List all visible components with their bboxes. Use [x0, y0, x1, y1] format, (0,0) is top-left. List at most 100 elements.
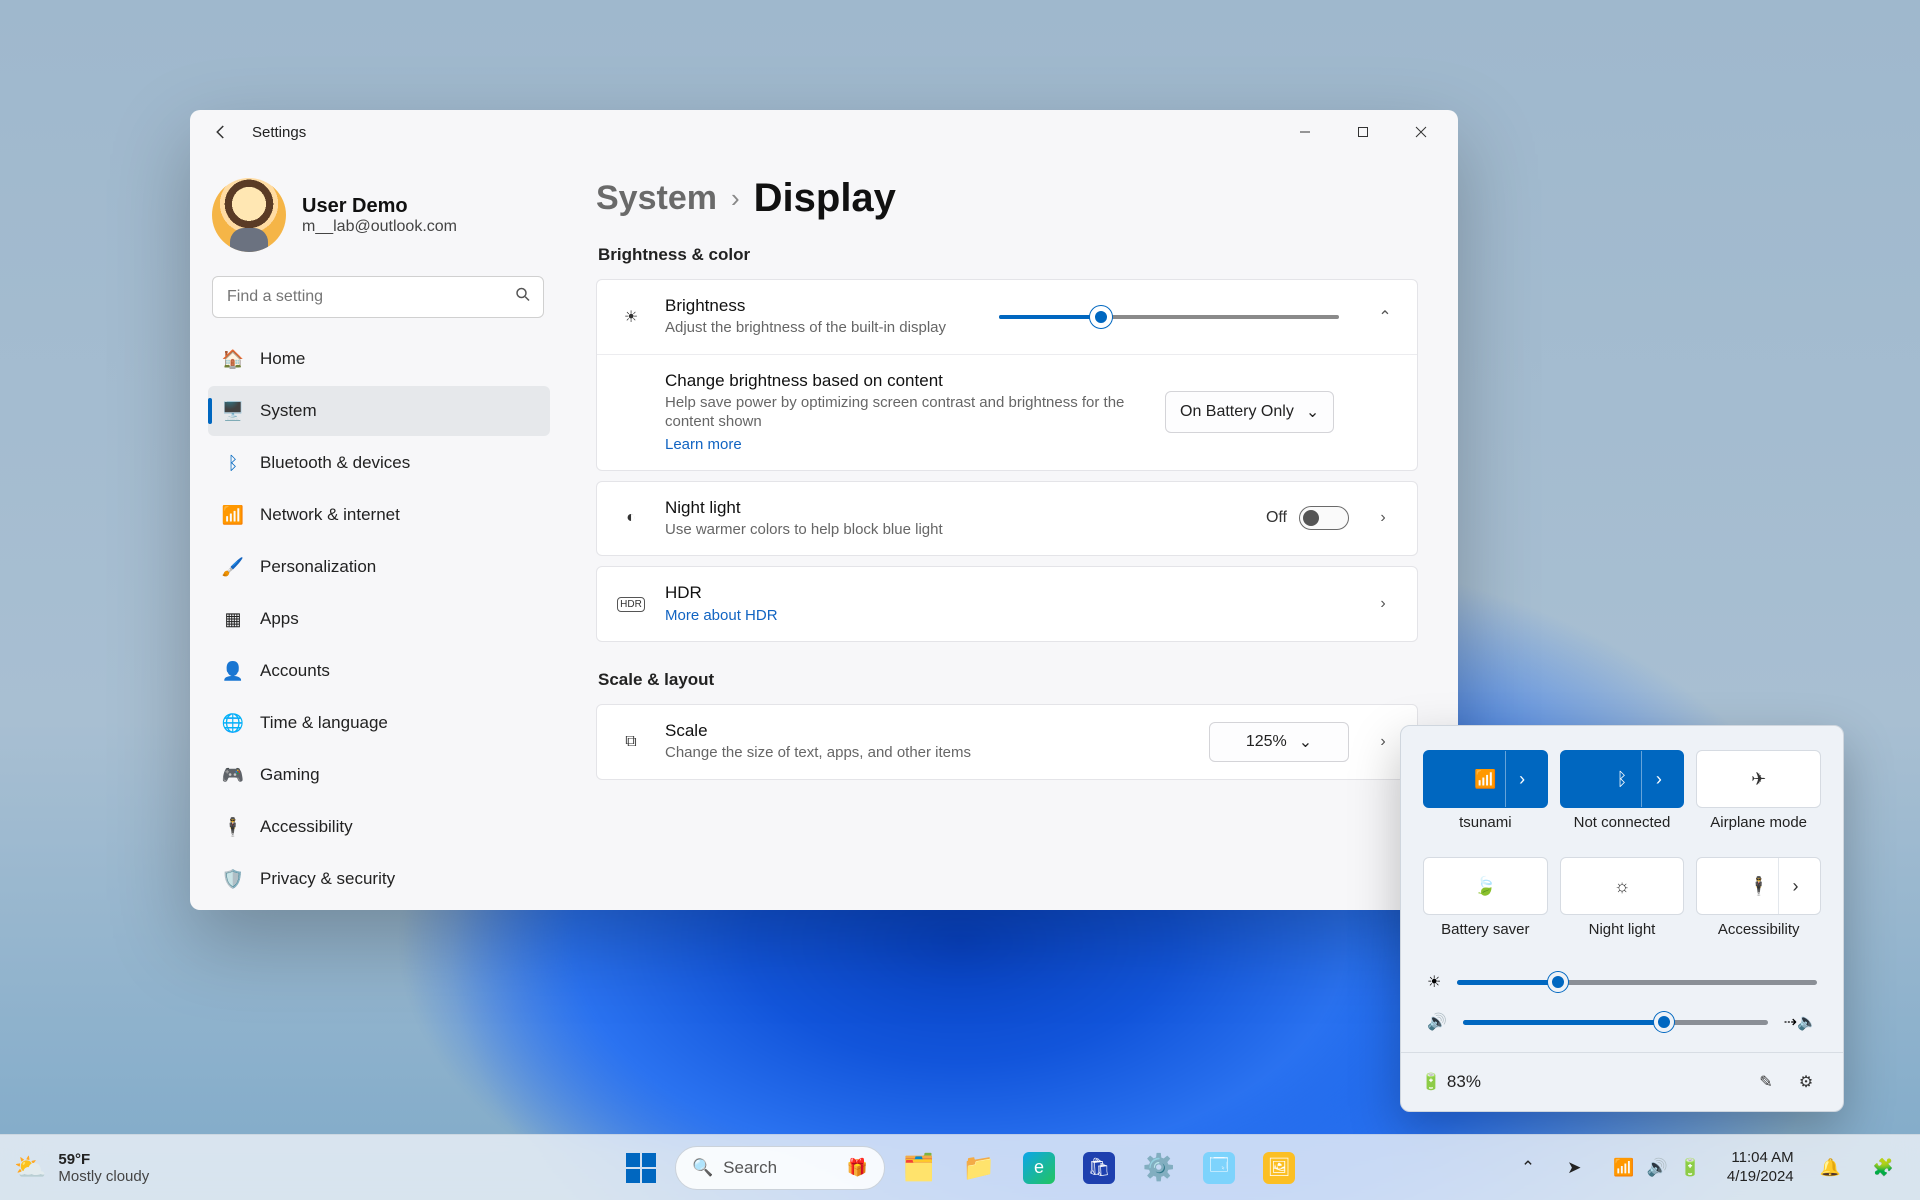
taskbar-center: 🔍 Search 🎁 🗂️ 📁 e 🛍 ⚙️ 🗔 🖼	[615, 1142, 1305, 1194]
brightness-slider[interactable]	[999, 315, 1339, 319]
nav-item-network[interactable]: 📶Network & internet	[208, 490, 550, 540]
nav-item-accounts[interactable]: 👤Accounts	[208, 646, 550, 696]
qs-tile-airplane[interactable]: ✈	[1696, 750, 1821, 808]
scale-icon: ⧉	[617, 733, 645, 751]
scale-chevron[interactable]: ›	[1369, 733, 1397, 751]
start-button[interactable]	[615, 1142, 667, 1194]
weather-temp: 59°F	[58, 1151, 149, 1168]
section-heading-scale: Scale & layout	[598, 670, 1418, 690]
qs-tile-night-light[interactable]: ☼	[1560, 857, 1685, 915]
qs-brightness-slider[interactable]	[1457, 980, 1817, 985]
store-button[interactable]: 🛍	[1073, 1142, 1125, 1194]
wifi-icon: 📶	[1613, 1158, 1634, 1178]
user-avatar	[212, 178, 286, 252]
app2-button[interactable]: 🖼	[1253, 1142, 1305, 1194]
apps-icon: ▦	[222, 608, 244, 630]
hdr-card[interactable]: HDR HDR More about HDR ›	[596, 566, 1418, 642]
app-icon: 🗔	[1203, 1152, 1235, 1184]
nav-item-home[interactable]: 🏠Home	[208, 334, 550, 384]
qs-accessibility-expand[interactable]: ›	[1778, 858, 1812, 914]
qs-bluetooth-expand[interactable]: ›	[1641, 751, 1675, 807]
back-button[interactable]	[204, 115, 238, 149]
content-brightness-row: Change brightness based on content Help …	[597, 354, 1417, 470]
app1-button[interactable]: 🗔	[1193, 1142, 1245, 1194]
content-brightness-dropdown[interactable]: On Battery Only ⌄	[1165, 391, 1334, 433]
scale-dropdown[interactable]: 125% ⌄	[1209, 722, 1349, 762]
qs-wifi-expand[interactable]: ›	[1505, 751, 1539, 807]
globe-icon: 🌐	[222, 712, 244, 734]
qs-tile-accessibility[interactable]: 🕴 ›	[1696, 857, 1821, 915]
nav-item-accessibility[interactable]: 🕴️Accessibility	[208, 802, 550, 852]
nav-item-apps[interactable]: ▦Apps	[208, 594, 550, 644]
clock-date: 4/19/2024	[1727, 1168, 1794, 1187]
breadcrumb-parent[interactable]: System	[596, 179, 717, 218]
nav-item-gaming[interactable]: 🎮Gaming	[208, 750, 550, 800]
settings-window: Settings User Demo m__lab@outlook.com	[190, 110, 1458, 910]
settings-taskbar-button[interactable]: ⚙️	[1133, 1142, 1185, 1194]
main-content[interactable]: System › Display Brightness & color ☀ Br…	[562, 154, 1458, 910]
scale-card[interactable]: ⧉ Scale Change the size of text, apps, a…	[596, 704, 1418, 780]
task-view-button[interactable]: 🗂️	[893, 1142, 945, 1194]
sun-icon: ☀	[617, 307, 645, 327]
user-account-row[interactable]: User Demo m__lab@outlook.com	[208, 170, 550, 270]
close-button[interactable]	[1392, 112, 1450, 152]
bluetooth-icon: ᛒ	[222, 452, 244, 474]
nav-label: Gaming	[260, 765, 320, 785]
learn-more-link[interactable]: Learn more	[665, 436, 742, 453]
search-icon	[514, 286, 532, 309]
wifi-icon: 📶	[1474, 769, 1496, 790]
qs-tile-wifi[interactable]: 📶 ›	[1423, 750, 1548, 808]
store-icon: 🛍	[1083, 1152, 1115, 1184]
volume-icon: 🔊	[1427, 1012, 1447, 1032]
volume-icon: 🔊	[1647, 1158, 1668, 1178]
night-light-card[interactable]: ◐ Night light Use warmer colors to help …	[596, 481, 1418, 557]
nav-item-bluetooth[interactable]: ᛒBluetooth & devices	[208, 438, 550, 488]
nav-item-system[interactable]: 🖥️System	[208, 386, 550, 436]
expand-brightness-button[interactable]: ⌃	[1373, 307, 1397, 327]
search-icon: 🔍	[692, 1158, 713, 1178]
night-light-chevron[interactable]: ›	[1369, 509, 1397, 527]
weather-desc: Mostly cloudy	[58, 1168, 149, 1185]
taskbar-clock[interactable]: 11:04 AM 4/19/2024	[1721, 1149, 1800, 1187]
minimize-button[interactable]	[1276, 112, 1334, 152]
nav-item-privacy[interactable]: 🛡️Privacy & security	[208, 854, 550, 904]
tray-app[interactable]: 🧩	[1861, 1152, 1906, 1184]
file-explorer-button[interactable]: 📁	[953, 1142, 1005, 1194]
content-brightness-subtitle: Help save power by optimizing screen con…	[665, 393, 1145, 432]
qs-airplane-label: Airplane mode	[1696, 814, 1821, 831]
chevron-down-icon: ⌄	[1299, 732, 1312, 752]
hdr-link[interactable]: More about HDR	[665, 607, 778, 624]
edge-button[interactable]: e	[1013, 1142, 1065, 1194]
qs-settings-button[interactable]: ⚙	[1789, 1065, 1823, 1099]
night-light-toggle[interactable]	[1299, 506, 1349, 530]
nav-label: Time & language	[260, 713, 388, 733]
bell-icon: 🔔	[1820, 1158, 1841, 1178]
qs-wifi-label: tsunami	[1423, 814, 1548, 831]
battery-saver-icon: 🍃	[1474, 876, 1496, 897]
qs-volume-slider[interactable]	[1463, 1020, 1768, 1025]
maximize-button[interactable]	[1334, 112, 1392, 152]
task-view-icon: 🗂️	[903, 1152, 935, 1183]
brightness-card-group: ☀ Brightness Adjust the brightness of th…	[596, 279, 1418, 471]
nav-label: Accounts	[260, 661, 330, 681]
search-input[interactable]	[212, 276, 544, 318]
taskbar-search[interactable]: 🔍 Search 🎁	[675, 1146, 885, 1190]
qs-edit-button[interactable]: ✎	[1749, 1065, 1783, 1099]
notifications-button[interactable]: 🔔	[1808, 1152, 1853, 1184]
tray-overflow[interactable]: ⌃	[1509, 1152, 1547, 1184]
hdr-chevron[interactable]: ›	[1369, 595, 1397, 613]
nav-item-time[interactable]: 🌐 Time & language	[208, 698, 550, 748]
nav-item-personalization[interactable]: 🖌️Personalization	[208, 542, 550, 592]
qs-tile-bluetooth[interactable]: ᛒ ›	[1560, 750, 1685, 808]
audio-output-button[interactable]: ⇢🔈	[1784, 1012, 1817, 1032]
system-icon: 🖥️	[222, 400, 244, 422]
location-icon: ➤	[1567, 1158, 1581, 1178]
qs-tile-battery-saver[interactable]: 🍃	[1423, 857, 1548, 915]
chevron-down-icon: ⌄	[1306, 402, 1319, 422]
taskbar-weather[interactable]: ⛅ 59°F Mostly cloudy	[14, 1151, 149, 1185]
tray-quick-settings[interactable]: 📶 🔊 🔋	[1601, 1152, 1713, 1184]
tray-location[interactable]: ➤	[1555, 1152, 1593, 1184]
sidebar: User Demo m__lab@outlook.com 🏠Home 🖥️Sys…	[190, 154, 562, 910]
nav-list: 🏠Home 🖥️System ᛒBluetooth & devices 📶Net…	[208, 334, 550, 904]
bluetooth-icon: ᛒ	[1617, 769, 1628, 790]
